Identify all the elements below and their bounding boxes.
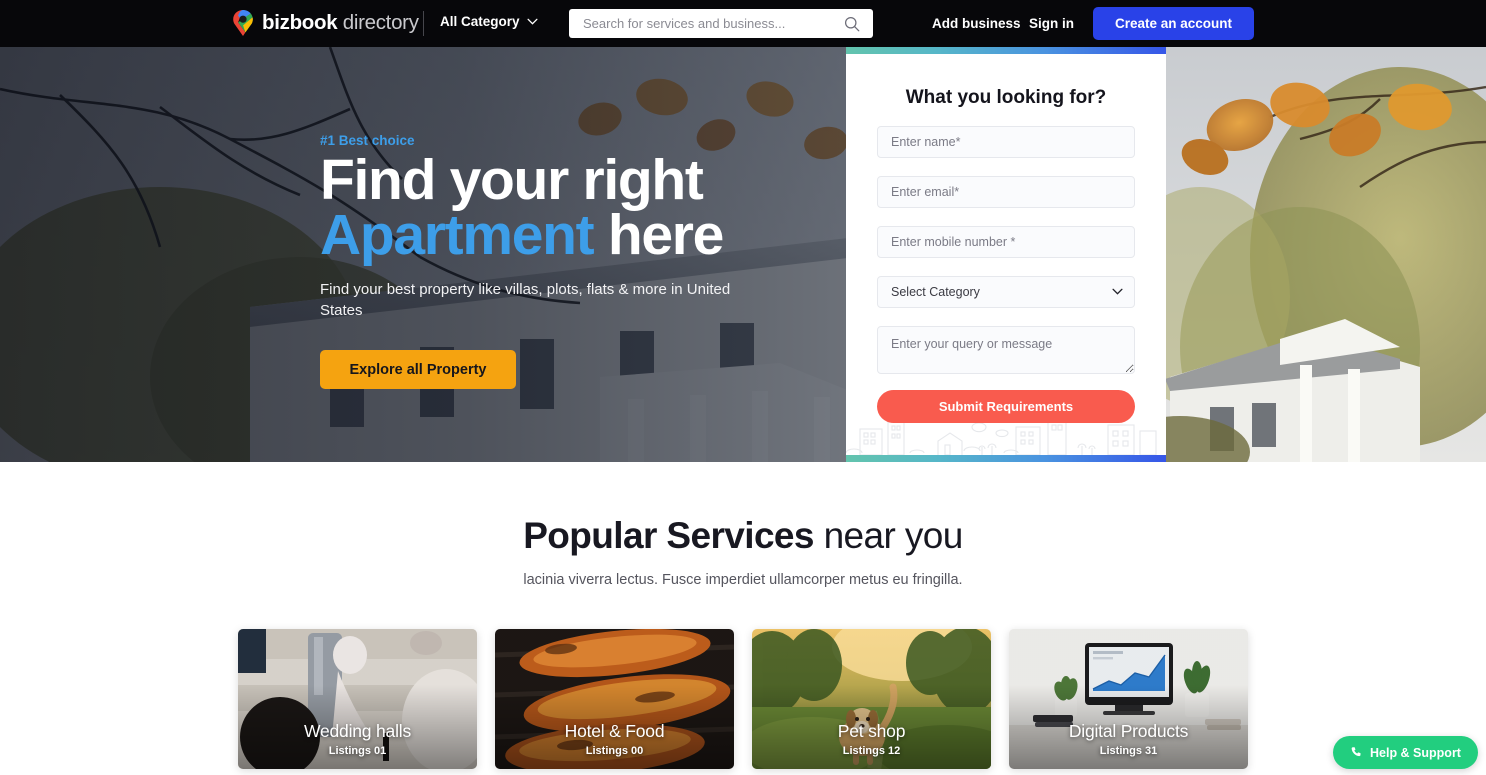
message-textarea[interactable] (877, 326, 1135, 374)
category-dropdown[interactable]: All Category (440, 14, 538, 29)
service-card[interactable]: Wedding halls Listings 01 (238, 629, 477, 769)
service-card[interactable]: Pet shop Listings 12 (752, 629, 991, 769)
phone-icon (1351, 747, 1361, 757)
search-input[interactable] (569, 16, 844, 31)
card-caption: Hotel & Food Listings 00 (495, 721, 734, 757)
mobile-input[interactable] (877, 226, 1135, 258)
section-title: Popular Services near you (0, 515, 1486, 557)
help-support-button[interactable]: Help & Support (1333, 736, 1478, 769)
hero-title-highlight: Apartment (320, 203, 595, 267)
map-pin-icon (233, 10, 253, 36)
logo-text: bizbook directory (262, 11, 419, 35)
popular-services-section: Popular Services near you lacinia viverr… (0, 462, 1486, 775)
card-title: Wedding halls (303, 721, 411, 741)
hero-title-line-2: Apartment here (320, 207, 840, 264)
card-listings-count: Listings 31 (1099, 745, 1158, 757)
chevron-down-icon (527, 18, 538, 25)
category-select-wrapper: Select Category (877, 276, 1135, 308)
card-caption: Pet shop Listings 12 (752, 721, 991, 757)
service-card-list: Wedding halls Listings 01 Hotel & Food L… (238, 629, 1248, 769)
panel-bottom-gradient-strip (846, 455, 1166, 462)
page-root: bizbook directory All Category Add busin… (0, 0, 1486, 775)
explore-property-button[interactable]: Explore all Property (320, 350, 516, 389)
section-title-light: near you (813, 515, 964, 556)
service-card[interactable]: Hotel & Food Listings 00 (495, 629, 734, 769)
lead-form-fields: Select Category Submit Requirements (877, 126, 1135, 423)
hero-eyebrow: #1 Best choice (320, 133, 415, 148)
sign-in-link[interactable]: Sign in (1029, 16, 1074, 31)
card-title: Hotel & Food (564, 721, 665, 741)
hero-title: Find your right Apartment here (320, 148, 840, 264)
hero-title-rest: here (593, 203, 725, 267)
card-title: Pet shop (837, 721, 906, 741)
help-support-label: Help & Support (1370, 745, 1461, 760)
hero-content: #1 Best choice Find your right Apartment… (320, 133, 840, 389)
card-listings-count: Listings 01 (328, 745, 387, 757)
logo-suffix-word: directory (342, 11, 419, 34)
category-select[interactable]: Select Category (877, 276, 1135, 308)
card-title: Digital Products (1068, 721, 1189, 741)
lead-form-panel: What you looking for? Select Category Su… (846, 47, 1166, 462)
header-divider (423, 11, 424, 36)
site-header: bizbook directory All Category Add busin… (0, 0, 1486, 47)
category-dropdown-label: All Category (440, 14, 520, 29)
hero-title-line-1: Find your right (320, 148, 704, 212)
hero-subtitle: Find your best property like villas, plo… (320, 281, 731, 319)
hero-section: #1 Best choice Find your right Apartment… (0, 47, 1486, 462)
site-logo[interactable]: bizbook directory (232, 10, 419, 36)
search-bar[interactable] (569, 9, 873, 38)
lead-form-title: What you looking for? (905, 87, 1107, 108)
email-input[interactable] (877, 176, 1135, 208)
section-title-bold: Popular Services (523, 515, 814, 556)
name-input[interactable] (877, 126, 1135, 158)
search-icon[interactable] (844, 16, 860, 32)
panel-top-gradient-strip (846, 47, 1166, 54)
service-card[interactable]: Digital Products Listings 31 (1009, 629, 1248, 769)
submit-requirements-button[interactable]: Submit Requirements (877, 390, 1135, 423)
add-business-link[interactable]: Add business (932, 16, 1021, 31)
section-subtitle: lacinia viverra lectus. Fusce imperdiet … (523, 572, 963, 588)
card-listings-count: Listings 12 (842, 745, 901, 757)
card-caption: Wedding halls Listings 01 (238, 721, 477, 757)
card-caption: Digital Products Listings 31 (1009, 721, 1248, 757)
logo-brand: bizbook (262, 11, 338, 34)
card-listings-count: Listings 00 (585, 745, 644, 757)
create-account-button[interactable]: Create an account (1093, 7, 1254, 40)
